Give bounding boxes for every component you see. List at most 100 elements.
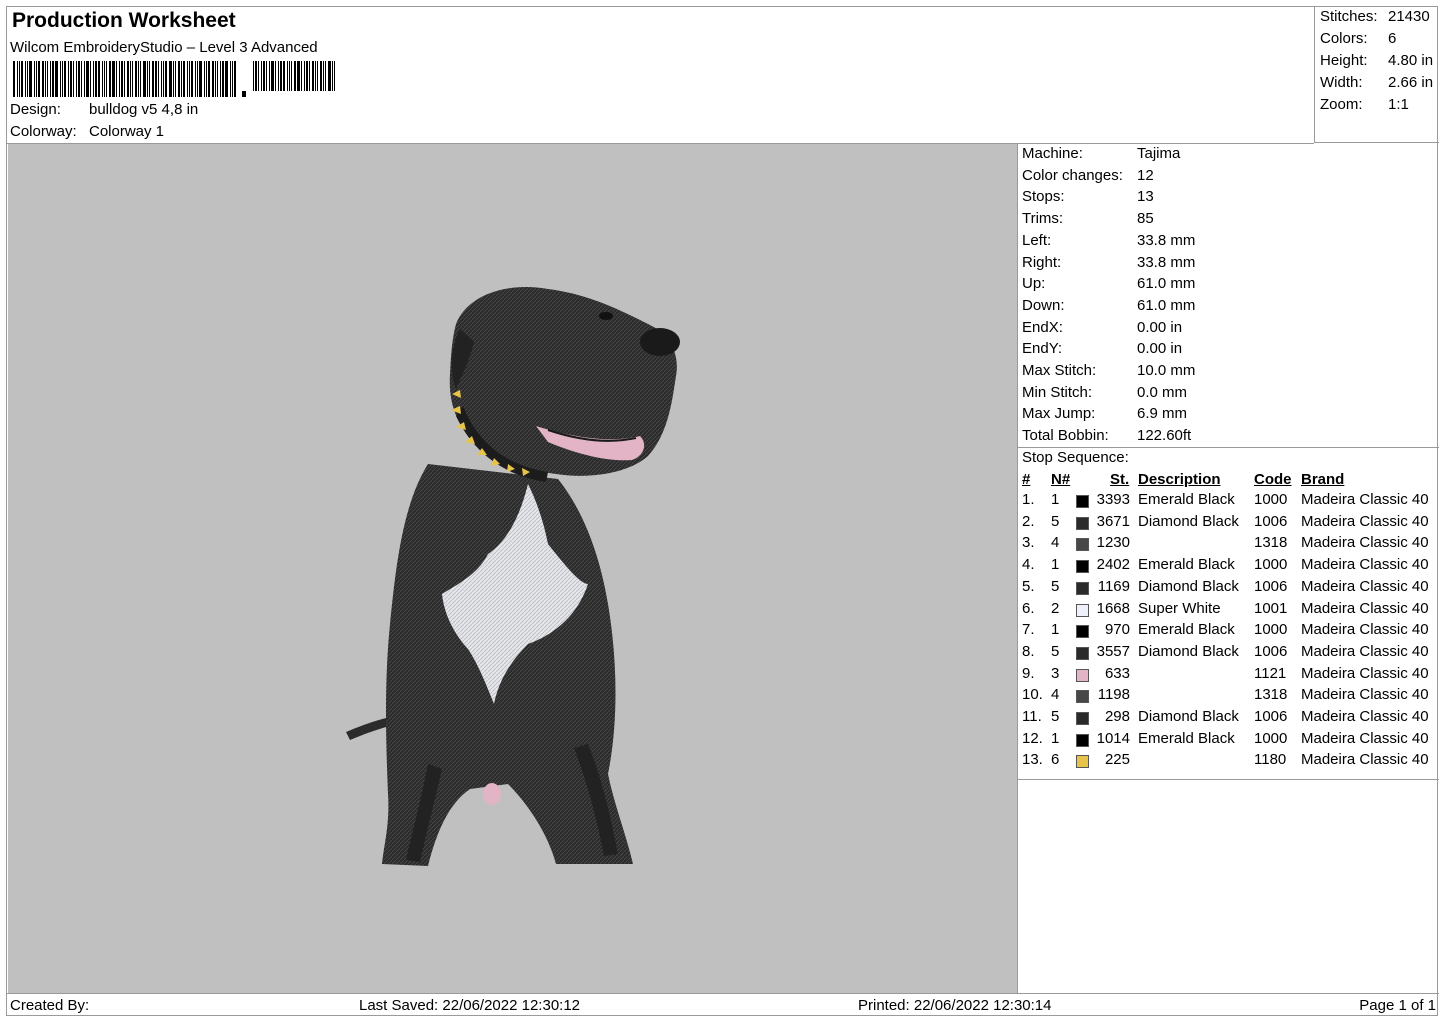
machine-info-value: Tajima (1137, 145, 1181, 162)
stat-label: Height: (1320, 52, 1368, 69)
info-panel: Machine: Tajima Color changes: 12 Stops: 13 Tr… (1017, 144, 1439, 993)
worksheet-header: Production Worksheet Wilcom EmbroiderySt… (7, 7, 1314, 144)
machine-info-label: Right: (1022, 253, 1062, 271)
table-row: 12. 1 1014 Emerald Black 1000 Madeira Classic… (1018, 730, 1439, 751)
page-number: Page 1 of 1 (1359, 997, 1436, 1014)
stop-sequence-label: Stop Sequence: (1022, 449, 1129, 466)
machine-info-label: Total Bobbin: (1022, 427, 1109, 445)
color-swatch (1076, 495, 1089, 508)
thread-code: 1006 (1254, 577, 1288, 595)
table-row: 11. 5 298 Diamond Black 1006 Madeira Classic … (1018, 708, 1439, 729)
thread-brand: Madeira Classic 40 (1301, 708, 1429, 725)
stitch-count: 2402 (1096, 556, 1130, 574)
color-swatch (1076, 646, 1089, 660)
col-header-num: # (1022, 471, 1031, 488)
stat-value: 6 (1388, 30, 1397, 47)
needle-number: 1 (1051, 491, 1060, 508)
color-swatch (1076, 625, 1089, 639)
thread-description: Diamond Black (1138, 512, 1239, 530)
color-swatch (1076, 516, 1089, 530)
needle-number: 5 (1051, 577, 1060, 595)
color-swatch (1076, 560, 1089, 574)
needle-number: 4 (1051, 534, 1060, 552)
stitch-count: 1014 (1096, 729, 1130, 747)
stitch-count: 3393 (1096, 491, 1130, 508)
row-number: 5. (1022, 577, 1035, 595)
machine-info-value: 0.00 in (1137, 318, 1183, 336)
divider (1018, 447, 1439, 448)
needle-number: 5 (1051, 708, 1060, 725)
table-row: 2. 5 3671 Diamond Black 1006 Madeira Classic … (1018, 513, 1439, 534)
bulldog-embroidery-image (346, 287, 680, 866)
table-row: 1. 1 3393 Emerald Black 1000 Madeira Classic … (1018, 491, 1439, 512)
table-row: 5. 5 1169 Diamond Black 1006 Madeira Classic … (1018, 578, 1439, 599)
row-number: 1. (1022, 491, 1035, 508)
color-swatch (1076, 690, 1089, 704)
row-number: 3. (1022, 534, 1035, 552)
machine-info-value: 0.0 mm (1137, 383, 1188, 401)
table-row: 13. 6 225 1180 Madeira Classic 40 (1018, 751, 1439, 772)
machine-info-label: Trims: (1022, 210, 1064, 228)
thread-description: Emerald Black (1138, 729, 1235, 747)
machine-info-label: EndX: (1022, 318, 1063, 336)
machine-info-label: Left: (1022, 231, 1052, 249)
needle-number: 1 (1051, 621, 1060, 639)
last-saved: Last Saved: 22/06/2022 12:30:12 (359, 997, 581, 1014)
thread-brand: Madeira Classic 40 (1301, 534, 1429, 552)
thread-code: 1180 (1254, 751, 1287, 769)
thread-code: 1006 (1254, 642, 1288, 660)
thread-code: 1000 (1254, 729, 1288, 747)
row-number: 8. (1022, 642, 1035, 660)
design-value: bulldog v5 4,8 in (89, 101, 199, 118)
thread-brand: Madeira Classic 40 (1301, 491, 1429, 508)
col-header-brand: Brand (1301, 471, 1345, 488)
col-header-code: Code (1254, 471, 1292, 488)
created-by: Created By: (10, 997, 90, 1014)
thread-description: Diamond Black (1138, 577, 1239, 595)
software-name: Wilcom EmbroideryStudio – Level 3 Advanc… (10, 39, 318, 56)
thread-code: 1000 (1254, 491, 1288, 508)
row-number: 13. (1022, 751, 1043, 769)
stat-label: Stitches: (1320, 8, 1378, 25)
stitch-count: 225 (1104, 751, 1130, 769)
thread-description: Super White (1138, 599, 1221, 617)
stat-value: 4.80 in (1388, 52, 1434, 69)
machine-info-value: 12 (1137, 166, 1154, 184)
needle-number: 5 (1051, 642, 1060, 660)
needle-number: 3 (1051, 664, 1060, 682)
color-swatch (1076, 668, 1089, 682)
thread-code: 1001 (1254, 599, 1288, 617)
barcode-image (13, 61, 335, 97)
thread-code: 1000 (1254, 621, 1288, 639)
design-label: Design: (10, 101, 61, 118)
col-header-n: N# (1051, 471, 1071, 488)
thread-description: Diamond Black (1138, 642, 1239, 660)
row-number: 11. (1022, 708, 1042, 725)
stat-label: Zoom: (1320, 96, 1363, 113)
machine-info-label: Up: (1022, 275, 1046, 293)
needle-number: 2 (1051, 599, 1060, 617)
row-number: 7. (1022, 621, 1035, 639)
stat-label: Width: (1320, 74, 1363, 91)
row-number: 9. (1022, 664, 1035, 682)
color-swatch (1076, 712, 1089, 725)
color-swatch (1076, 538, 1089, 552)
row-number: 4. (1022, 556, 1035, 574)
stitch-count: 1198 (1097, 686, 1130, 704)
thread-brand: Madeira Classic 40 (1301, 729, 1429, 747)
stitch-count: 633 (1104, 664, 1130, 682)
machine-info-label: Max Stitch: (1022, 362, 1097, 379)
thread-description: Diamond Black (1138, 708, 1239, 725)
needle-number: 4 (1051, 686, 1060, 704)
thread-description: Emerald Black (1138, 621, 1235, 639)
thread-brand: Madeira Classic 40 (1301, 512, 1429, 530)
worksheet-footer: Created By: Last Saved: 22/06/2022 12:30… (7, 993, 1439, 1018)
needle-number: 1 (1051, 556, 1060, 574)
thread-code: 1000 (1254, 556, 1288, 574)
design-row: Design: bulldog v5 4,8 in (10, 101, 198, 118)
design-preview (8, 144, 1017, 993)
row-number: 2. (1022, 512, 1035, 530)
color-swatch (1076, 733, 1089, 747)
stitch-count: 298 (1104, 708, 1130, 725)
thread-code: 1006 (1254, 512, 1288, 530)
